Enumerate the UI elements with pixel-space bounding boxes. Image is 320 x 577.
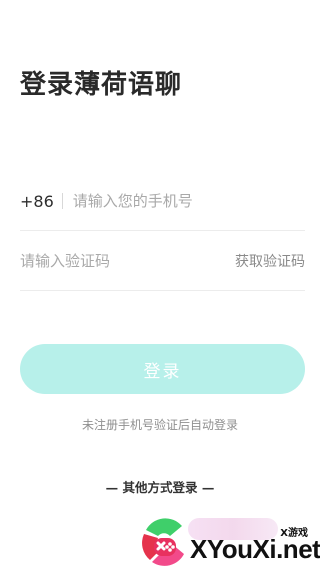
other-login-methods-label: — 其他方式登录 — bbox=[105, 480, 215, 495]
watermark-brand-text: XYouXi.net bbox=[190, 534, 320, 564]
page-title: 登录薄荷语聊 bbox=[20, 70, 183, 100]
gamepad-logo-icon bbox=[142, 518, 184, 566]
phone-input[interactable] bbox=[72, 192, 305, 210]
get-code-button[interactable]: 获取验证码 bbox=[235, 251, 305, 271]
verification-code-input[interactable] bbox=[20, 252, 235, 270]
watermark: X游戏 XYouXi.net bbox=[140, 512, 320, 577]
phone-field: +86 bbox=[20, 172, 305, 231]
verification-code-field: 获取验证码 bbox=[20, 232, 305, 291]
country-code-selector[interactable]: +86 bbox=[20, 192, 54, 211]
login-screen: 登录薄荷语聊 +86 获取验证码 登录 未注册手机号验证后自动登录 — 其他方式… bbox=[0, 0, 320, 577]
login-button[interactable]: 登录 bbox=[20, 344, 305, 394]
field-divider bbox=[61, 193, 63, 209]
auto-register-hint: 未注册手机号验证后自动登录 bbox=[81, 418, 238, 432]
